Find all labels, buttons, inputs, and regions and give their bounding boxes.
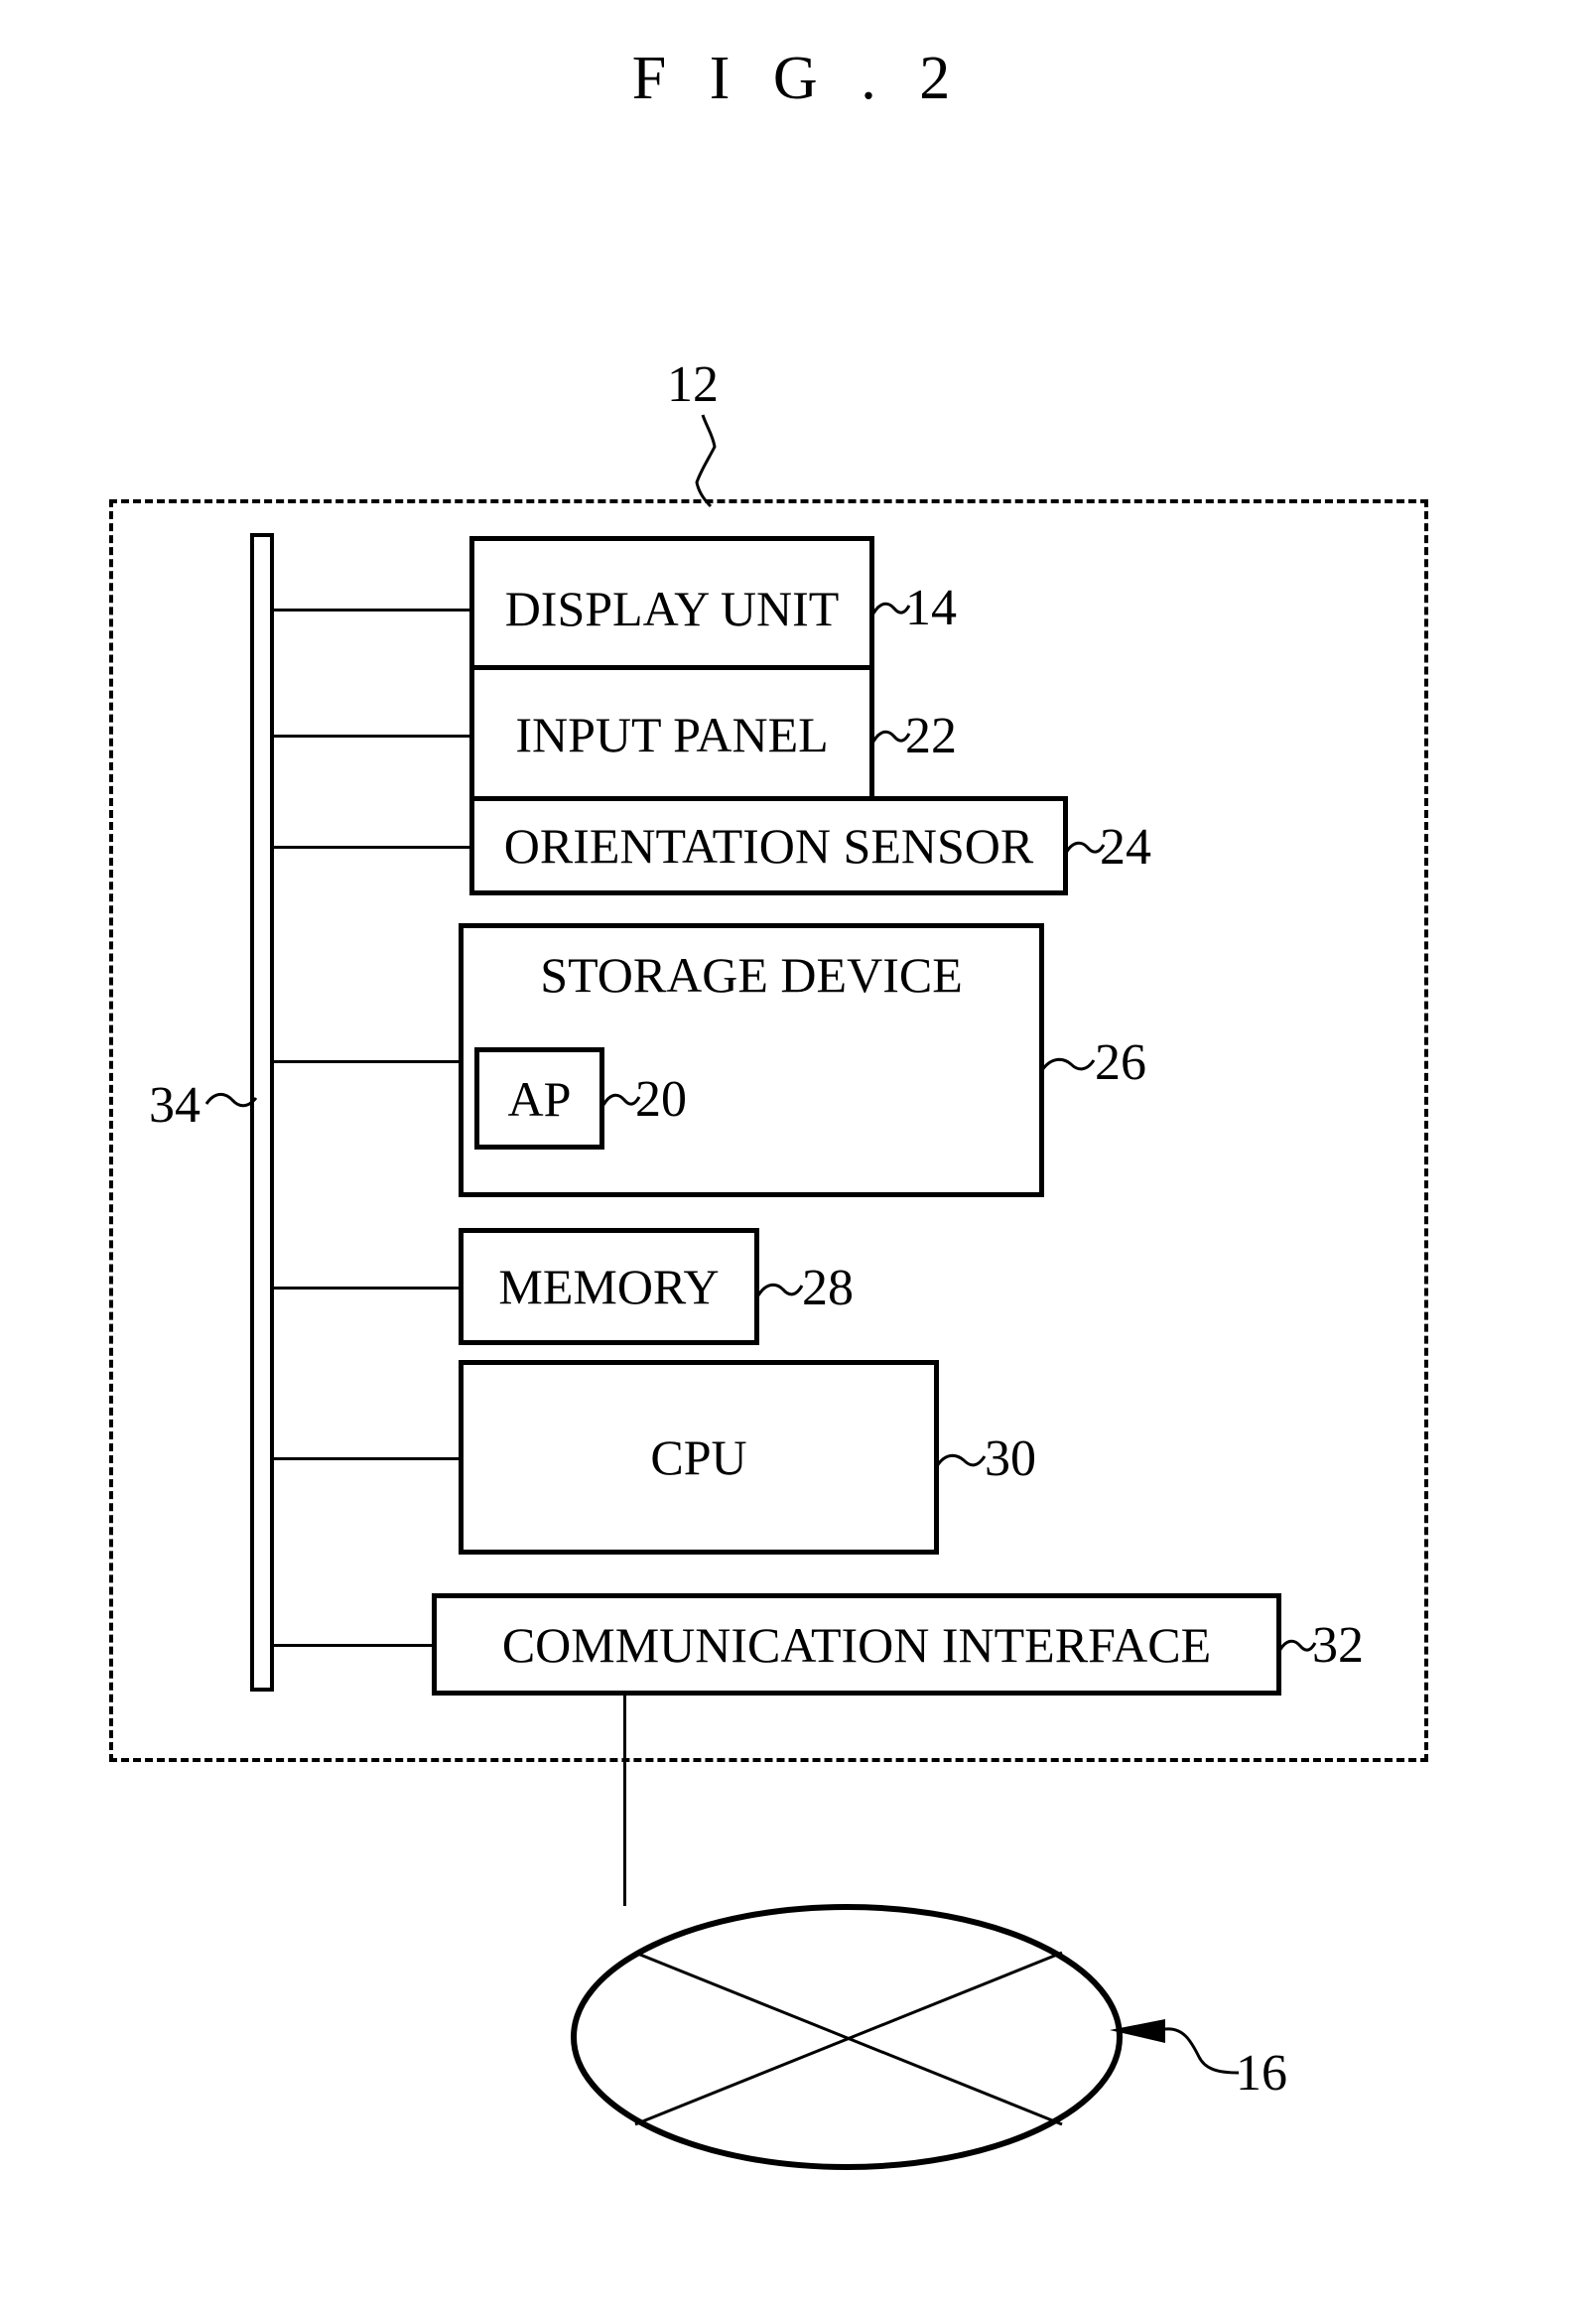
leader-line-12 (695, 414, 717, 508)
leader-line-20 (601, 1093, 641, 1106)
component-box-communication-interface: COMMUNICATION INTERFACE (432, 1593, 1281, 1696)
leader-line-34 (204, 1093, 258, 1108)
reference-numeral-30: 30 (985, 1430, 1036, 1487)
leader-line-28 (756, 1283, 804, 1296)
leader-line-26 (1040, 1057, 1096, 1071)
leader-line-14 (871, 602, 911, 614)
reference-numeral-14: 14 (905, 580, 957, 636)
component-box-ap: AP (474, 1047, 604, 1150)
network-symbol (571, 1904, 1123, 2170)
bus-lead-cpu (272, 1457, 461, 1460)
reference-numeral-28: 28 (802, 1260, 854, 1316)
bus-lead-storage-device (272, 1060, 461, 1063)
component-box-input-panel: INPUT PANEL (469, 665, 874, 804)
reference-numeral-34: 34 (149, 1077, 200, 1134)
reference-numeral-32: 32 (1312, 1617, 1364, 1674)
leader-line-24 (1064, 841, 1106, 854)
component-box-cpu: CPU (459, 1360, 939, 1555)
leader-line-32 (1277, 1639, 1317, 1652)
component-box-display-unit: DISPLAY UNIT (469, 536, 874, 681)
bus-lead-communication-interface (272, 1644, 434, 1647)
reference-numeral-24: 24 (1100, 819, 1151, 876)
reference-numeral-12: 12 (667, 356, 719, 413)
component-box-memory: MEMORY (459, 1228, 759, 1345)
leader-line-30 (935, 1453, 987, 1467)
bus-lead-display-unit (272, 609, 471, 612)
reference-numeral-16: 16 (1236, 2045, 1287, 2102)
component-box-orientation-sensor: ORIENTATION SENSOR (469, 796, 1068, 895)
leader-line-22 (871, 730, 911, 743)
reference-numeral-20: 20 (635, 1071, 687, 1128)
reference-numeral-22: 22 (905, 708, 957, 764)
figure-title: F I G . 2 (631, 45, 965, 112)
communication-link-line (623, 1696, 626, 1906)
reference-numeral-26: 26 (1095, 1034, 1146, 1091)
bus-lead-orientation-sensor (272, 846, 471, 849)
bus-lead-input-panel (272, 735, 471, 738)
bus-lead-memory (272, 1287, 461, 1290)
